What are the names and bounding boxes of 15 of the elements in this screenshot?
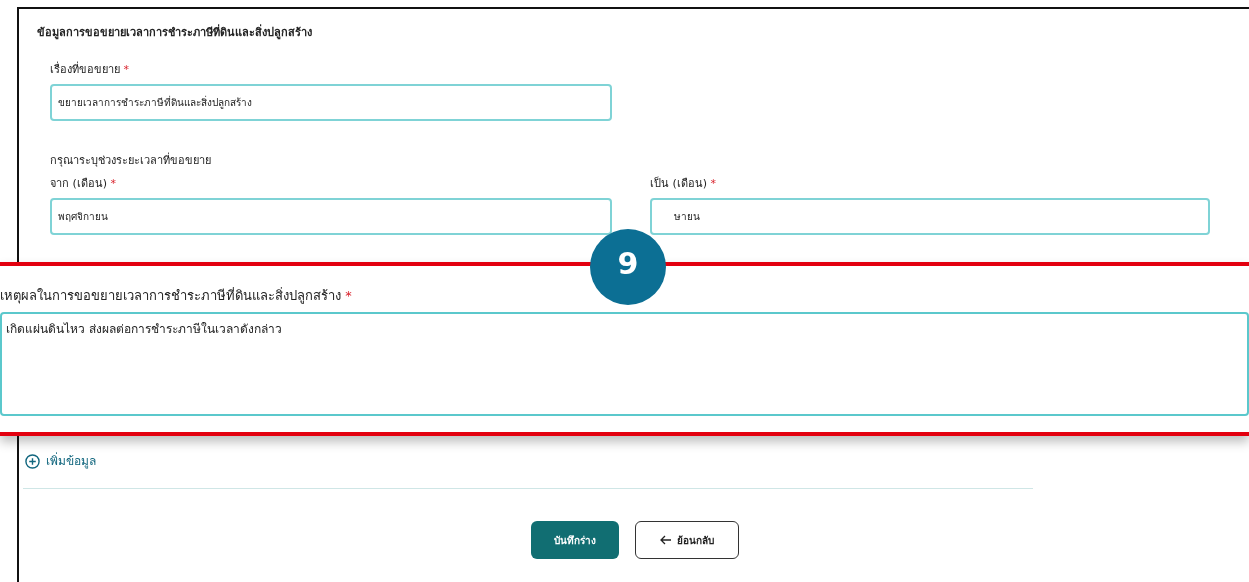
field-label: จาก (เดือน) * (50, 175, 118, 192)
text-input[interactable]: ษายน (650, 198, 1210, 235)
hint-text: กรุณาระบุช่วงระยะเวลาที่ขอขยาย (50, 153, 212, 169)
text-area[interactable]: เกิดแผ่นดินไหว ส่งผลต่อการชำระภาษีในเวลาดังกล่าว (0, 311, 1249, 416)
field-label: เรื่องที่ขอขยาย * (50, 61, 130, 78)
text-input[interactable]: ขยายเวลาการชำระภาษีที่ดินและสิ่งปลูกสร้าง (50, 84, 612, 121)
left-arrow-icon (659, 535, 672, 545)
text-input[interactable]: พฤศจิกายน (50, 198, 612, 235)
field-label: เหตุผลในการขอขยายเวลาการชำระภาษีที่ดินและสิ่งปลูกสร้าง * (0, 286, 353, 306)
back-button[interactable]: ย้อนกลับ (635, 521, 739, 559)
section-title: ข้อมูลการขอขยายเวลาการชำระภาษีที่ดินและสิ่งปลูกสร้าง (37, 25, 313, 42)
save-draft-button[interactable]: บันทึกร่าง (531, 521, 619, 559)
field-label: เป็น (เดือน) * (650, 175, 718, 192)
plus-circle-icon (25, 453, 40, 469)
add-info-link[interactable]: เพิ่มข้อมูล (25, 452, 96, 470)
